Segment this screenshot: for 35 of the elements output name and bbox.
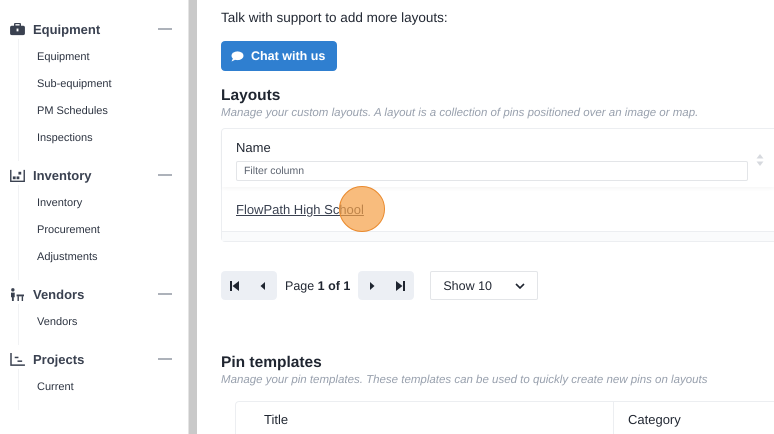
section-heading: Pin templates	[221, 354, 323, 372]
warehouse-icon	[10, 168, 25, 182]
sidebar-item[interactable]: Adjustments	[37, 247, 188, 274]
chart-icon	[10, 352, 25, 366]
page-indicator: Page 1 of 1	[284, 278, 352, 292]
sidebar-item[interactable]: Inspections	[37, 128, 188, 155]
skip-forward-icon	[395, 280, 406, 290]
filter-field[interactable]: Filter column	[236, 161, 748, 181]
sidebar-item[interactable]: PM Schedules	[37, 101, 188, 128]
sidebar-item[interactable]: Sub-equipment	[37, 74, 188, 101]
chat-icon	[231, 50, 244, 62]
sidebar-item[interactable]: Inventory	[37, 193, 188, 220]
sidebar-item[interactable]: Vendors	[37, 312, 188, 339]
triangle-left-icon	[258, 280, 268, 290]
section-title[interactable]: Inventory	[33, 168, 158, 182]
column-header[interactable]: Name	[236, 139, 748, 157]
sidebar-item[interactable]: Current	[37, 377, 188, 404]
section-description: Manage your custom layouts. A layout is a collection of pins positioned over an image or map.	[221, 106, 700, 120]
column-header[interactable]: Title	[264, 412, 288, 427]
column-header[interactable]: Category	[628, 412, 681, 427]
page-size-select[interactable]: Show 10	[430, 271, 538, 300]
chevron-down-icon	[515, 282, 526, 288]
scrollbar[interactable]	[188, 0, 197, 434]
skip-back-icon	[230, 280, 240, 290]
section-title[interactable]: Vendors	[33, 286, 158, 302]
section-title[interactable]: Projects	[33, 352, 158, 366]
chat-button[interactable]: Chat with us	[221, 41, 338, 71]
section-description: Manage your pin templates. These templates can be used to quickly create new pins on layouts	[221, 373, 708, 387]
sidebar-item[interactable]: Procurement	[37, 220, 188, 247]
section-heading: Layouts	[221, 87, 282, 105]
sidebar-item[interactable]: Equipment	[37, 47, 188, 74]
toolbox-icon	[10, 22, 25, 36]
support-text: Talk with support to add more layouts:	[221, 9, 449, 27]
section-title[interactable]: Equipment	[33, 22, 158, 36]
person-desk-icon	[10, 288, 25, 300]
